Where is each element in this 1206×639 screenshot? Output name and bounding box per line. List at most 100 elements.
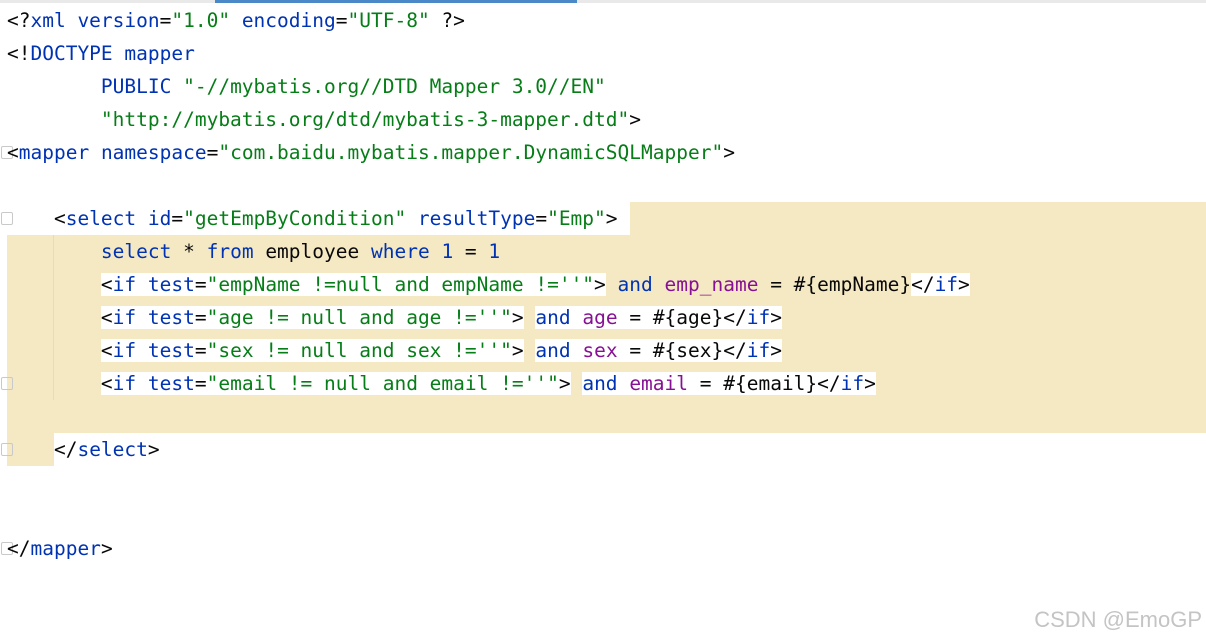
code-token: <? — [7, 9, 31, 32]
code-editor[interactable]: <?xml version="1.0" encoding="UTF-8" ?> <… — [0, 4, 1206, 639]
code-token: > — [958, 273, 970, 296]
editor-top-border — [0, 0, 1206, 3]
code-token: sex — [582, 339, 618, 362]
code-line[interactable]: <!DOCTYPE mapper — [7, 37, 195, 70]
code-token: employee — [253, 240, 371, 263]
code-token: = — [206, 141, 219, 164]
code-token: "-//mybatis.org//DTD Mapper 3.0//EN" — [183, 75, 606, 98]
code-token: > — [558, 372, 571, 395]
code-line[interactable]: <?xml version="1.0" encoding="UTF-8" ?> — [7, 4, 465, 37]
code-text: select * from employee where 1 = 1 — [7, 240, 500, 263]
code-token: > — [511, 306, 524, 329]
code-token: < — [100, 273, 113, 296]
code-token: DOCTYPE mapper — [30, 42, 195, 65]
code-token: ?> — [429, 9, 465, 32]
code-token: "email != null and email !=''" — [206, 372, 559, 395]
code-line[interactable]: <if test="sex != null and sex !=''"> and… — [7, 334, 782, 367]
code-token: </ — [7, 438, 78, 461]
watermark-text: CSDN @EmoGP — [1034, 607, 1202, 632]
code-token: PUBLIC — [7, 75, 184, 98]
code-token: emp_name — [664, 273, 759, 296]
code-token: and — [535, 339, 571, 362]
code-text: <if test="email != null and email !=''">… — [7, 372, 876, 395]
code-token: = — [194, 273, 207, 296]
code-token: xml version — [30, 9, 160, 32]
code-token: < — [100, 306, 113, 329]
code-token: = #{age} — [617, 306, 724, 329]
code-token: = — [171, 207, 184, 230]
code-token: 1 — [488, 240, 501, 263]
code-token: and — [535, 306, 571, 329]
code-token: where — [370, 240, 430, 263]
code-token: resultType — [406, 207, 536, 230]
code-line[interactable]: "http://mybatis.org/dtd/mybatis-3-mapper… — [7, 103, 641, 136]
code-text: <!DOCTYPE mapper — [7, 42, 195, 65]
code-line[interactable]: select * from employee where 1 = 1 — [7, 235, 500, 268]
code-token: and — [582, 372, 618, 395]
code-line[interactable]: <if test="empName !=null and empName !='… — [7, 268, 970, 301]
code-token: "sex != null and sex !=''" — [206, 339, 512, 362]
code-token: > — [605, 207, 618, 230]
code-token: = — [194, 306, 207, 329]
code-token: test — [147, 339, 195, 362]
code-text: <if test="age != null and age !=''"> and… — [7, 306, 782, 329]
code-token: and — [617, 273, 653, 296]
code-token: = #{sex} — [617, 339, 724, 362]
code-token: <! — [7, 42, 31, 65]
code-token: </ — [817, 372, 841, 395]
code-token: select — [77, 438, 148, 461]
code-token: "age != null and age !=''" — [206, 306, 512, 329]
code-token: </ — [911, 273, 935, 296]
code-token: if — [112, 372, 148, 395]
code-token: > — [100, 537, 113, 560]
code-line[interactable]: PUBLIC "-//mybatis.org//DTD Mapper 3.0//… — [7, 70, 606, 103]
code-text: <mapper namespace="com.baidu.mybatis.map… — [7, 141, 735, 164]
code-token: mapper — [18, 141, 101, 164]
code-token: "Emp" — [547, 207, 606, 230]
code-token: = #{empName} — [758, 273, 912, 296]
code-token: </ — [723, 339, 747, 362]
code-line[interactable]: <select id="getEmpByCondition" resultTyp… — [1, 202, 618, 235]
code-token: "empName !=null and empName !=''" — [206, 273, 595, 296]
code-line[interactable]: </mapper> — [1, 532, 113, 565]
code-line[interactable]: <if test="age != null and age !=''"> and… — [7, 301, 782, 334]
code-token: if — [112, 339, 148, 362]
code-token: age — [582, 306, 618, 329]
code-token: * — [171, 240, 207, 263]
code-token: email — [629, 372, 689, 395]
code-token: < — [100, 372, 113, 395]
code-token: > — [770, 306, 782, 329]
code-token: if — [746, 339, 771, 362]
code-token — [570, 306, 583, 329]
code-token: = — [159, 9, 172, 32]
code-token: test — [147, 372, 195, 395]
code-token: if — [840, 372, 865, 395]
code-token: < — [100, 339, 113, 362]
code-line[interactable]: <if test="email != null and email !=''">… — [1, 367, 876, 400]
code-text: <if test="sex != null and sex !=''"> and… — [7, 339, 782, 362]
code-text: <select id="getEmpByCondition" resultTyp… — [7, 207, 618, 230]
code-token: test — [147, 273, 195, 296]
code-text: </select> — [7, 438, 160, 461]
code-token: mapper — [30, 537, 101, 560]
code-token: test — [147, 306, 195, 329]
code-token: > — [723, 141, 735, 164]
code-line[interactable]: <mapper namespace="com.baidu.mybatis.map… — [1, 136, 735, 169]
code-token: </ — [7, 537, 31, 560]
active-tab-indicator — [215, 0, 577, 3]
code-line[interactable]: </select> — [1, 433, 160, 466]
code-token: < — [7, 207, 66, 230]
code-token: "getEmpByCondition" — [183, 207, 407, 230]
code-text: <if test="empName !=null and empName !='… — [7, 273, 970, 296]
code-token: > — [511, 339, 524, 362]
